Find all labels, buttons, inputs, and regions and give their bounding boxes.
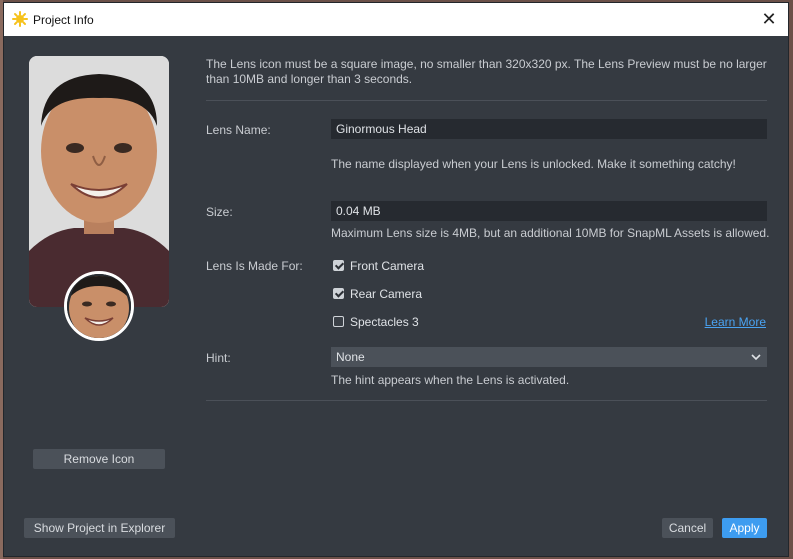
show-project-in-explorer-button[interactable]: Show Project in Explorer <box>24 518 175 538</box>
cancel-button[interactable]: Cancel <box>662 518 713 538</box>
lens-name-label: Lens Name: <box>206 123 271 137</box>
window-title: Project Info <box>33 13 94 27</box>
hint-dropdown[interactable]: None <box>331 347 767 367</box>
size-value-field: 0.04 MB <box>331 201 767 221</box>
size-help-text: Maximum Lens size is 4MB, but an additio… <box>331 226 770 240</box>
front-camera-label: Front Camera <box>350 259 425 273</box>
hint-selected-value: None <box>336 350 365 364</box>
project-info-dialog: Project Info ✕ Remove Icon Show Project … <box>3 2 789 557</box>
lens-name-input[interactable]: Ginormous Head <box>331 119 767 139</box>
title-bar: Project Info ✕ <box>4 3 788 36</box>
requirements-info-text: The Lens icon must be a square image, no… <box>206 57 767 86</box>
checkbox-checked-icon[interactable] <box>333 260 344 271</box>
checkbox-unchecked-icon[interactable] <box>333 316 344 327</box>
lens-name-help-text: The name displayed when your Lens is unl… <box>331 157 736 171</box>
checkbox-checked-icon[interactable] <box>333 288 344 299</box>
lens-studio-app-icon <box>12 11 28 27</box>
top-divider <box>206 100 767 101</box>
dialog-content: Remove Icon Show Project in Explorer The… <box>4 36 788 558</box>
lens-icon-image[interactable] <box>64 271 134 341</box>
learn-more-link[interactable]: Learn More <box>705 315 766 329</box>
remove-icon-button[interactable]: Remove Icon <box>33 449 165 469</box>
made-for-label: Lens Is Made For: <box>206 259 303 273</box>
spectacles-3-label: Spectacles 3 <box>350 315 419 329</box>
chevron-down-icon <box>751 347 761 373</box>
size-label: Size: <box>206 205 233 219</box>
close-icon[interactable]: ✕ <box>756 7 782 31</box>
lens-preview-image[interactable] <box>29 56 169 307</box>
hint-label: Hint: <box>206 351 231 365</box>
bottom-divider <box>206 400 767 401</box>
rear-camera-label: Rear Camera <box>350 287 423 301</box>
hint-help-text: The hint appears when the Lens is activa… <box>331 373 570 387</box>
apply-button[interactable]: Apply <box>722 518 767 538</box>
